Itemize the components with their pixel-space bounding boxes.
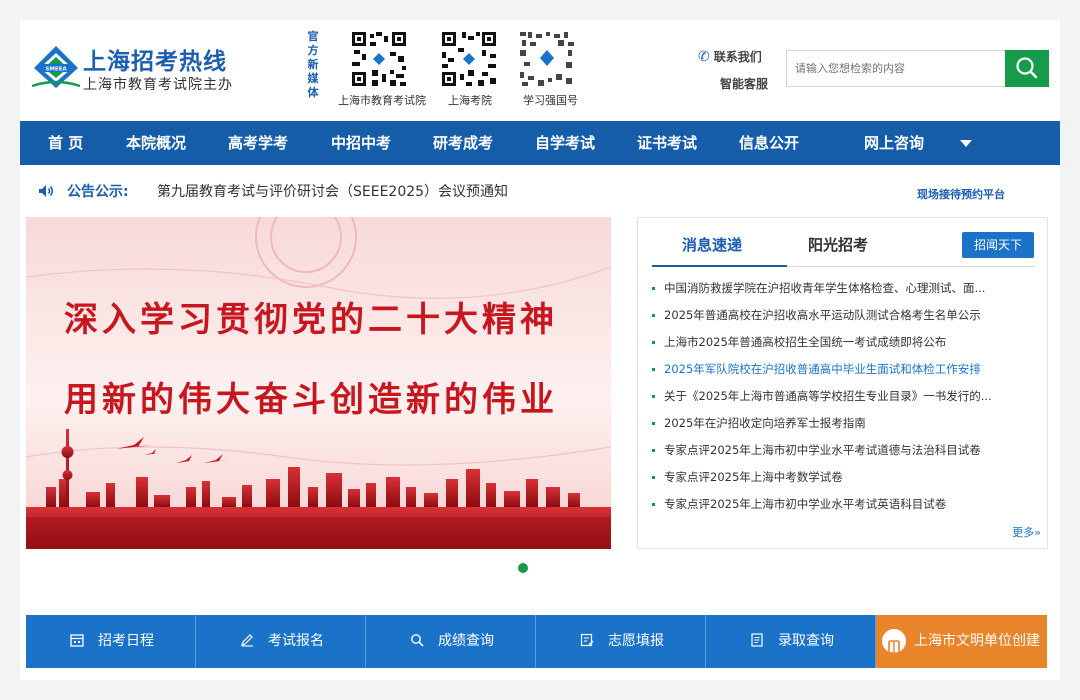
tab-sunshine-admission[interactable]: 阳光招考: [808, 234, 868, 255]
pencil-icon: [241, 634, 253, 647]
book-icon: [882, 629, 906, 654]
hero-banner[interactable]: 深入学习贯彻党的二十大精神 用新的伟大奋斗创造新的伟业: [26, 217, 611, 549]
nav-item-self-study[interactable]: 自学考试: [535, 121, 595, 165]
news-item-title: 2025年在沪招收定向培养军士报考指南: [664, 416, 866, 430]
nav-item-graduate[interactable]: 研考成考: [433, 121, 493, 165]
smeea-logo-icon[interactable]: SMEEA: [28, 44, 84, 90]
nav-item-consult[interactable]: 网上咨询: [864, 121, 924, 165]
calendar-icon: [70, 634, 84, 647]
news-item-title: 2025年普通高校在沪招收高水平运动队测试合格考生名单公示: [664, 308, 981, 322]
news-item[interactable]: 专家点评2025年上海中考数学试卷: [650, 464, 1040, 491]
news-item-title: 2025年军队院校在沪招收普通高中毕业生面试和体检工作安排: [664, 362, 981, 376]
quick-link-label: 考试报名: [268, 633, 324, 649]
quick-link-label: 录取查询: [778, 633, 834, 649]
site-title[interactable]: 上海招考热线: [83, 42, 227, 76]
bullet-icon: [652, 395, 655, 398]
chevron-down-icon[interactable]: [960, 140, 972, 147]
tab-active-indicator: [652, 265, 787, 267]
search-button[interactable]: [1005, 50, 1049, 87]
bullet-icon: [652, 368, 655, 371]
official-media-label: 官方新媒体: [307, 30, 319, 99]
bullet-icon: [652, 449, 655, 452]
notice-label: 公告公示:: [67, 184, 129, 200]
quick-link-scores[interactable]: 成绩查询: [366, 615, 536, 668]
contact-us-link[interactable]: ✆ 联系我们: [698, 48, 762, 65]
news-item[interactable]: 专家点评2025年上海市初中学业水平考试英语科目试卷: [650, 491, 1040, 518]
news-item-title: 关于《2025年上海市普通高等学校招生专业目录》一书发行的...: [664, 389, 992, 403]
news-item-title: 专家点评2025年上海市初中学业水平考试道德与法治科目试卷: [664, 443, 981, 457]
quick-link-label: 成绩查询: [438, 633, 494, 649]
page: SMEEA 上海招考热线 上海市教育考试院主办 官方新媒体 上海市教育考试院 上…: [20, 20, 1060, 680]
bullet-icon: [652, 476, 655, 479]
qr-code-icon[interactable]: [350, 30, 408, 88]
qr-caption: 上海考院: [448, 94, 492, 107]
notice-bar: 公告公示: 第九届教育考试与评价研讨会（SEEE2025）会议预通知 现场接待预…: [20, 165, 1060, 217]
news-world-button[interactable]: 招闻天下: [962, 232, 1034, 258]
news-panel: 消息速递 阳光招考 招闻天下 中国消防救援学院在沪招收青年学生体格检查、心理测试…: [637, 217, 1048, 549]
banner-slogan-line-2: 用新的伟大奋斗创造新的伟业: [64, 380, 558, 420]
qr-code-icon[interactable]: [440, 30, 498, 88]
news-item[interactable]: 2025年在沪招收定向培养军士报考指南: [650, 410, 1040, 437]
document-icon: [751, 633, 763, 647]
reception-booking-link[interactable]: 现场接待预约平台: [917, 186, 1005, 202]
site-subtitle: 上海市教育考试院主办: [83, 77, 233, 93]
news-item[interactable]: 专家点评2025年上海市初中学业水平考试道德与法治科目试卷: [650, 437, 1040, 464]
quick-link-label: 招考日程: [98, 633, 154, 649]
quick-link-application[interactable]: 志愿填报: [536, 615, 706, 668]
smart-service-link[interactable]: 智能客服: [720, 75, 768, 92]
quick-links-bar: 招考日程 考试报名 成绩查询 志愿填报 录取查询 上海市文明单位创建: [26, 615, 1047, 668]
nav-item-certificate[interactable]: 证书考试: [637, 121, 697, 165]
tab-news-express[interactable]: 消息速递: [682, 234, 742, 255]
nav-item-about[interactable]: 本院概况: [126, 121, 186, 165]
notice-text[interactable]: 第九届教育考试与评价研讨会（SEEE2025）会议预通知: [157, 181, 508, 201]
search-box: [786, 50, 1049, 87]
bullet-icon: [652, 341, 655, 344]
bullet-icon: [652, 314, 655, 317]
qr-caption: 学习强国号: [523, 94, 578, 107]
bullet-icon: [652, 503, 655, 506]
news-item-title: 专家点评2025年上海中考数学试卷: [664, 470, 843, 484]
news-item[interactable]: 关于《2025年上海市普通高等学校招生专业目录》一书发行的...: [650, 383, 1040, 410]
news-item-title: 中国消防救援学院在沪招收青年学生体格检查、心理测试、面...: [664, 281, 986, 295]
header: SMEEA 上海招考热线 上海市教育考试院主办 官方新媒体 上海市教育考试院 上…: [20, 20, 1060, 121]
banner-slogan-line-1: 深入学习贯彻党的二十大精神: [64, 300, 558, 340]
form-edit-icon: [580, 633, 594, 647]
quick-link-admission[interactable]: 录取查询: [706, 615, 876, 668]
speaker-icon: [39, 185, 53, 197]
nav-item-home[interactable]: 首 页: [48, 121, 83, 165]
quick-link-registration[interactable]: 考试报名: [196, 615, 366, 668]
contact-us-label: 联系我们: [713, 50, 762, 64]
news-item[interactable]: 中国消防救援学院在沪招收青年学生体格检查、心理测试、面...: [650, 275, 1040, 302]
news-list: 中国消防救援学院在沪招收青年学生体格检查、心理测试、面... 2025年普通高校…: [650, 275, 1040, 518]
nav-item-zhongkao[interactable]: 中招中考: [331, 121, 391, 165]
carousel-indicator[interactable]: [518, 563, 528, 573]
news-item[interactable]: 2025年普通高校在沪招收高水平运动队测试合格考生名单公示: [650, 302, 1040, 329]
bullet-icon: [652, 287, 655, 290]
quick-link-schedule[interactable]: 招考日程: [26, 615, 196, 668]
phone-icon: ✆: [698, 49, 710, 65]
news-item[interactable]: 2025年军队院校在沪招收普通高中毕业生面试和体检工作安排: [650, 356, 1040, 383]
nav-item-gaokao[interactable]: 高考学考: [228, 121, 288, 165]
quick-link-label: 上海市文明单位创建: [914, 633, 1040, 649]
svg-text:SMEEA: SMEEA: [45, 67, 67, 73]
nav-item-disclosure[interactable]: 信息公开: [739, 121, 799, 165]
news-item[interactable]: 上海市2025年普通高校招生全国统一考试成绩即将公布: [650, 329, 1040, 356]
qr-caption: 上海市教育考试院: [338, 94, 426, 107]
search-input[interactable]: [787, 51, 1005, 86]
more-link[interactable]: 更多»: [1012, 524, 1041, 540]
main-nav: 首 页 本院概况 高考学考 中招中考 研考成考 自学考试 证书考试 信息公开 网…: [20, 121, 1060, 165]
bullet-icon: [652, 422, 655, 425]
news-item-title: 专家点评2025年上海市初中学业水平考试英语科目试卷: [664, 497, 947, 511]
search-icon: [1016, 57, 1038, 79]
news-item-title: 上海市2025年普通高校招生全国统一考试成绩即将公布: [664, 335, 947, 349]
quick-link-civilized-unit[interactable]: 上海市文明单位创建: [876, 615, 1047, 668]
quick-link-label: 志愿填报: [608, 633, 664, 649]
search-icon: [411, 634, 424, 647]
qr-code-icon[interactable]: [518, 30, 576, 88]
